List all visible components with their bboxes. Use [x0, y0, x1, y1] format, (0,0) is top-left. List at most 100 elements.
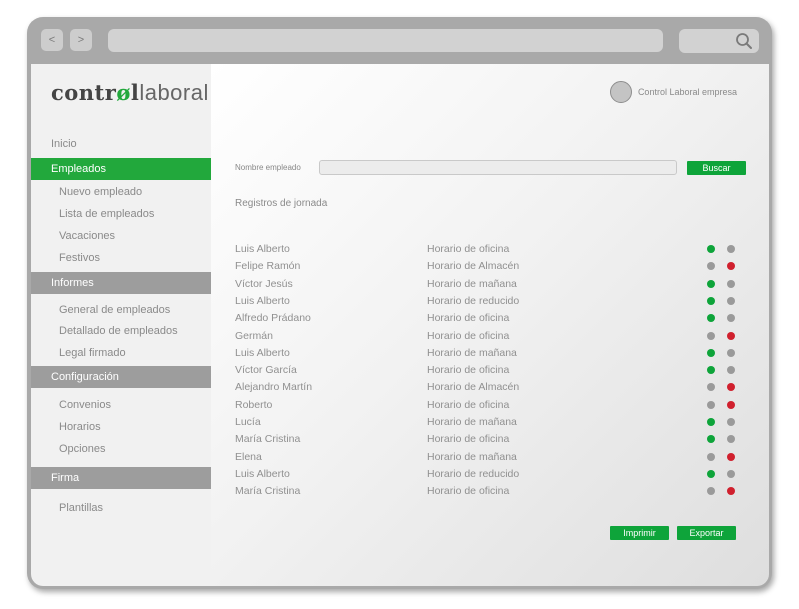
employee-name: María Cristina: [235, 433, 301, 446]
status-dot-gray: [727, 279, 735, 288]
sidebar-item-vacaciones[interactable]: Vacaciones: [59, 230, 115, 242]
schedule-name: Horario de mañana: [427, 277, 517, 290]
table-row[interactable]: Lucía Horario de mañana: [211, 414, 769, 431]
employee-name: Alfredo Prádano: [235, 312, 311, 325]
table-row[interactable]: María Cristina Horario de oficina: [211, 483, 769, 500]
schedule-name: Horario de Almacén: [427, 260, 520, 273]
status-dot-red: [727, 383, 735, 392]
app-logo: contrøllaboral: [51, 80, 209, 105]
sidebar-section-configuracion[interactable]: Configuración: [31, 366, 211, 388]
user-profile[interactable]: Control Laboral empresa: [609, 81, 737, 103]
status-dot-gray: [727, 366, 735, 375]
sidebar-item-festivos[interactable]: Festivos: [59, 252, 100, 264]
sidebar-item-general-empleados[interactable]: General de empleados: [59, 304, 170, 316]
employee-name-input[interactable]: [319, 160, 677, 175]
sidebar-item-lista-empleados[interactable]: Lista de empleados: [59, 208, 154, 220]
address-bar[interactable]: [108, 29, 663, 52]
status-dot-gray: [727, 469, 735, 478]
print-button[interactable]: Imprimir: [610, 526, 669, 540]
status-dot-green: [707, 418, 715, 426]
status-dot-gray: [727, 296, 735, 305]
browser-toolbar: < >: [27, 17, 772, 63]
search-button[interactable]: Buscar: [687, 161, 746, 175]
status-dot-gray: [727, 314, 735, 323]
employee-name: Luis Alberto: [235, 243, 290, 255]
sidebar-section-empleados[interactable]: Empleados: [31, 158, 211, 180]
table-row[interactable]: Luis Alberto Horario de mañana: [211, 345, 769, 362]
company-name: Control Laboral empresa: [637, 87, 737, 97]
page-content: contrøllaboral Inicio Empleados Nuevo em…: [31, 64, 769, 586]
export-button[interactable]: Exportar: [677, 526, 736, 540]
sidebar-item-plantillas[interactable]: Plantillas: [59, 502, 103, 514]
browser-window: < > contrøllaboral Inicio Empleados Nuev…: [27, 17, 772, 589]
status-dot-red: [727, 331, 735, 340]
search-icon: [736, 33, 752, 49]
employee-name: Víctor García: [235, 364, 297, 377]
status-dot-gray: [707, 331, 715, 340]
status-dot-gray: [707, 452, 715, 461]
employee-name: Lucía: [235, 416, 261, 428]
sidebar-item-convenios[interactable]: Convenios: [59, 399, 111, 411]
sidebar-item-opciones[interactable]: Opciones: [59, 443, 105, 455]
status-dot-red: [727, 262, 735, 271]
employee-name: Roberto: [235, 398, 273, 411]
table-row[interactable]: Luis Alberto Horario de reducido: [211, 466, 769, 483]
sidebar-item-horarios[interactable]: Horarios: [59, 421, 101, 433]
table-row[interactable]: Víctor Jesús Horario de mañana: [211, 276, 769, 293]
forward-button[interactable]: >: [70, 29, 92, 51]
schedule-name: Horario de oficina: [427, 364, 510, 377]
table-row[interactable]: Roberto Horario de oficina: [211, 397, 769, 414]
schedule-name: Horario de oficina: [427, 398, 510, 411]
status-dot-green: [707, 279, 715, 288]
main-panel: Control Laboral empresa Nombre empleado …: [211, 64, 769, 586]
sidebar-item-legal-firmado[interactable]: Legal firmado: [59, 347, 126, 359]
schedule-name: Horario de oficina: [427, 485, 510, 498]
schedule-name: Horario de Almacén: [427, 381, 520, 394]
sidebar-item-detallado-empleados[interactable]: Detallado de empleados: [59, 325, 178, 337]
table-row[interactable]: Luis Alberto Horario de oficina: [211, 241, 769, 258]
avatar: [609, 81, 632, 103]
employee-name: Felipe Ramón: [235, 260, 301, 273]
table-row[interactable]: María Cristina Horario de oficina: [211, 431, 769, 448]
employee-name: María Cristina: [235, 485, 301, 498]
back-button[interactable]: <: [41, 29, 63, 51]
status-dot-green: [707, 469, 715, 478]
status-dot-red: [727, 452, 735, 461]
employee-name: Alejandro Martín: [235, 381, 313, 394]
status-dot-green: [707, 348, 715, 357]
schedule-name: Horario de mañana: [427, 450, 517, 463]
table-row[interactable]: Alfredo Prádano Horario de oficina: [211, 310, 769, 327]
table-row[interactable]: Luis Alberto Horario de reducido: [211, 293, 769, 310]
status-dot-gray: [707, 383, 715, 392]
sidebar: contrøllaboral Inicio Empleados Nuevo em…: [31, 64, 211, 586]
employee-name: Germán: [235, 329, 273, 342]
schedule-name: Horario de oficina: [427, 329, 510, 342]
schedule-name: Horario de reducido: [427, 294, 520, 307]
employee-name: Elena: [235, 450, 262, 463]
schedule-name: Horario de oficina: [427, 433, 510, 446]
table-row[interactable]: Germán Horario de oficina: [211, 328, 769, 345]
status-dot-gray: [707, 487, 715, 496]
schedule-name: Horario de oficina: [427, 243, 510, 255]
status-dot-green: [707, 296, 715, 305]
status-dot-gray: [707, 400, 715, 409]
schedule-name: Horario de mañana: [427, 416, 517, 428]
status-dot-gray: [727, 348, 735, 357]
sidebar-section-firma[interactable]: Firma: [31, 467, 211, 489]
employee-name-label: Nombre empleado: [235, 163, 301, 172]
status-dot-green: [707, 366, 715, 375]
browser-search-button[interactable]: [679, 29, 759, 53]
status-dot-green: [707, 435, 715, 444]
status-dot-green: [707, 314, 715, 323]
schedule-name: Horario de mañana: [427, 346, 517, 359]
table-row[interactable]: Elena Horario de mañana: [211, 449, 769, 466]
table-row[interactable]: Víctor García Horario de oficina: [211, 362, 769, 379]
status-dot-gray: [707, 262, 715, 271]
employee-name: Víctor Jesús: [235, 277, 293, 290]
table-row[interactable]: Alejandro Martín Horario de Almacén: [211, 379, 769, 396]
sidebar-section-informes[interactable]: Informes: [31, 272, 211, 294]
sidebar-item-inicio[interactable]: Inicio: [51, 138, 77, 150]
sidebar-item-nuevo-empleado[interactable]: Nuevo empleado: [59, 186, 142, 198]
table-row[interactable]: Felipe Ramón Horario de Almacén: [211, 258, 769, 275]
employee-name: Luis Alberto: [235, 346, 290, 359]
